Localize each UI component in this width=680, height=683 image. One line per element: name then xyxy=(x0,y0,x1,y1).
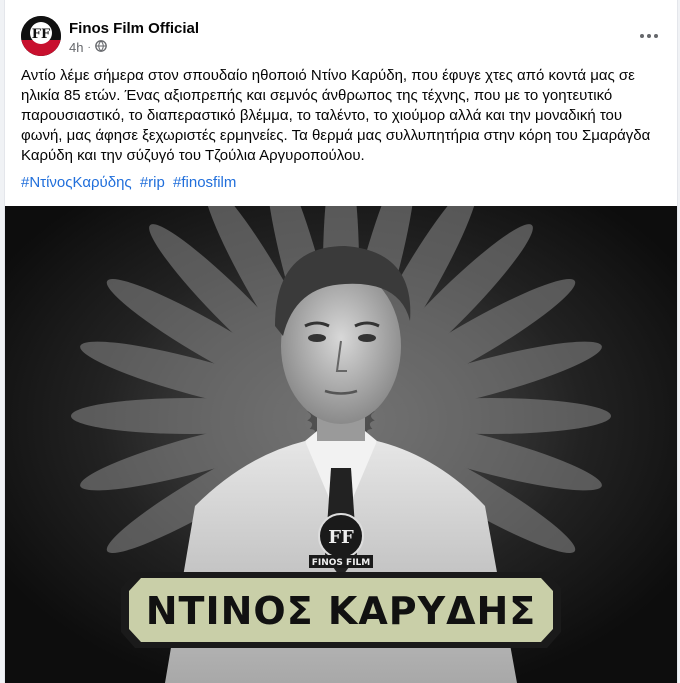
globe-icon[interactable] xyxy=(94,40,107,55)
nameplate: ΝΤΙΝΟΣ ΚΑΡΥΔΗΣ xyxy=(121,572,561,648)
post-photo[interactable]: FF FINOS FILM ΝΤΙΝΟΣ ΚΑΡΥΔΗΣ xyxy=(5,206,677,683)
separator-dot: · xyxy=(87,42,91,53)
post-meta: 4h · xyxy=(69,40,107,55)
hashtag-link[interactable]: #finosfilm xyxy=(173,174,236,191)
svg-text:FF: FF xyxy=(32,27,51,42)
nameplate-text: ΝΤΙΝΟΣ ΚΑΡΥΔΗΣ xyxy=(146,589,537,633)
more-dot xyxy=(654,34,658,38)
post-header: FF Finos Film Official 4h · xyxy=(5,0,677,64)
more-horizontal-icon xyxy=(640,34,644,38)
hashtag-link[interactable]: #rip xyxy=(140,174,165,191)
portrait-image: FF FINOS FILM ΝΤΙΝΟΣ ΚΑΡΥΔΗΣ xyxy=(5,206,677,683)
hashtags: #ΝτίνοςΚαρύδης #rip #finosfilm xyxy=(21,174,240,191)
more-dot xyxy=(647,34,651,38)
more-options-button[interactable] xyxy=(631,22,667,50)
post-body-text: Αντίο λέμε σήμερα στον σπουδαίο ηθοποιό … xyxy=(21,67,651,164)
post-card: FF Finos Film Official 4h · Αντίο λέμε σ… xyxy=(4,0,678,683)
page-name[interactable]: Finos Film Official xyxy=(69,20,199,37)
page-avatar[interactable]: FF xyxy=(21,16,61,56)
hashtag-link[interactable]: #ΝτίνοςΚαρύδης xyxy=(21,174,132,191)
logo-monogram: FF xyxy=(328,527,354,548)
logo-text: FINOS FILM xyxy=(312,558,371,568)
post-time[interactable]: 4h xyxy=(69,40,83,55)
